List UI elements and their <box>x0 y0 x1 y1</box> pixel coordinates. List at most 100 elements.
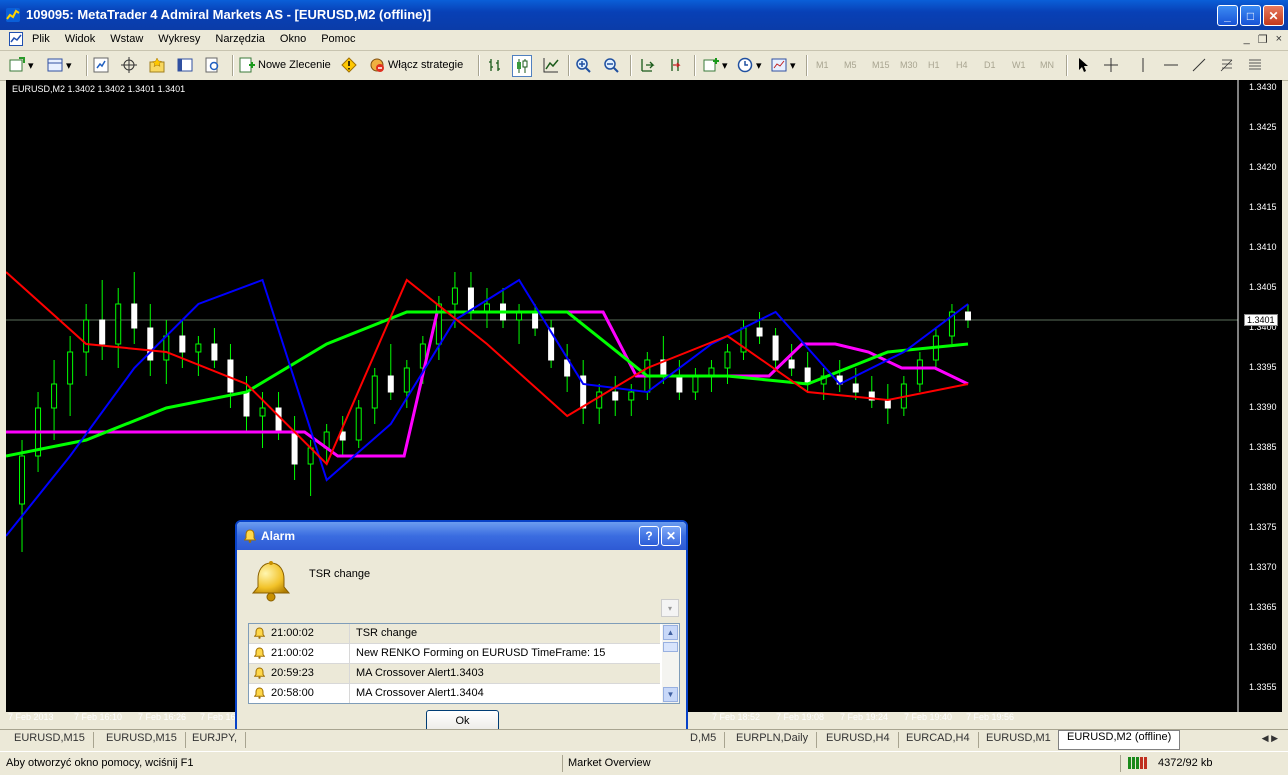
menu-wstaw[interactable]: Wstaw <box>110 33 143 45</box>
candle-body <box>195 343 202 353</box>
profiles-button[interactable]: ▾ <box>46 55 72 75</box>
chart-tab[interactable]: D,M5 <box>682 732 726 748</box>
terminal-button[interactable] <box>176 55 194 75</box>
alarm-list[interactable]: 21:00:02 TSR change 21:00:02 New RENKO Form… <box>248 623 680 704</box>
crosshair-move-icon <box>120 56 138 74</box>
alarm-row[interactable]: 21:00:02 TSR change <box>249 624 660 644</box>
alarm-list-scrollbar[interactable]: ▲ ▼ <box>662 624 679 703</box>
text-label-button[interactable] <box>1246 55 1264 75</box>
timeframe-m15-button[interactable]: M15 <box>872 60 890 70</box>
chart-shift-button[interactable] <box>666 55 684 75</box>
candle-body <box>612 391 619 401</box>
status-market-overview[interactable]: Market Overview <box>568 757 651 769</box>
alarm-row[interactable]: 20:59:23 MA Crossover Alert1.3403 <box>249 664 660 684</box>
chart-tab[interactable]: EURUSD,M15 <box>98 732 186 748</box>
market-watch-button[interactable] <box>92 55 110 75</box>
minimize-button[interactable]: _ <box>1217 5 1238 26</box>
price-axis-label: 1.3385 <box>1249 442 1277 452</box>
close-button[interactable]: ✕ <box>1263 5 1284 26</box>
candle-body <box>628 391 635 401</box>
timeframe-h4-button[interactable]: H4 <box>956 60 968 70</box>
tester-button[interactable] <box>204 55 222 75</box>
metatrader-icon <box>6 8 20 22</box>
candle-body <box>964 311 971 321</box>
mdi-minimize-button[interactable]: _ <box>1244 33 1250 46</box>
data-window-button[interactable] <box>120 55 138 75</box>
chart-tab[interactable]: EURJPY, <box>184 732 247 748</box>
cursor-button[interactable] <box>1074 55 1092 75</box>
fibonacci-button[interactable] <box>1218 55 1236 75</box>
new-chart-button[interactable]: ▾ <box>8 55 34 75</box>
alarm-row[interactable]: 21:00:02 New RENKO Forming on EURUSD Time… <box>249 644 660 664</box>
help-button[interactable]: ? <box>639 526 659 546</box>
chart-window-icon[interactable] <box>9 32 23 46</box>
candle-body <box>179 335 186 353</box>
chart-tab[interactable]: EURUSD,H4 <box>818 732 899 748</box>
scroll-thumb[interactable] <box>663 642 678 652</box>
indicators-icon <box>702 56 720 74</box>
bell-icon <box>254 687 265 699</box>
tab-scroll-arrows[interactable]: ◀ ▶ <box>1262 733 1278 744</box>
candle-body <box>692 375 699 393</box>
vertical-line-button[interactable] <box>1134 55 1152 75</box>
navigator-button[interactable] <box>148 55 166 75</box>
periods-button[interactable]: ▾ <box>736 55 762 75</box>
alarm-dialog-titlebar[interactable]: Alarm ? ✕ <box>237 522 686 550</box>
auto-scroll-button[interactable] <box>638 55 656 75</box>
menu-plik[interactable]: Plik <box>32 33 50 45</box>
alarm-text: TSR change <box>356 627 418 639</box>
new-order-button[interactable]: Nowe Zlecenie <box>238 55 331 75</box>
timeframe-m1-button[interactable]: M1 <box>816 60 829 70</box>
metaeditor-button[interactable] <box>340 55 358 75</box>
menu-widok[interactable]: Widok <box>65 33 96 45</box>
market-watch-icon <box>92 56 110 74</box>
candle-body <box>51 383 58 409</box>
templates-button[interactable]: ▾ <box>770 55 796 75</box>
chart-tab[interactable]: EURCAD,H4 <box>898 732 979 748</box>
scroll-down-button[interactable]: ▼ <box>663 687 678 702</box>
horizontal-line-button[interactable] <box>1162 55 1180 75</box>
bar-chart-icon <box>486 56 504 74</box>
chart-tab[interactable]: EURUSD,M15 <box>6 732 94 748</box>
timeframe-w1-button[interactable]: W1 <box>1012 60 1026 70</box>
horizontal-line-icon <box>1162 56 1180 74</box>
candlestick-chart-button[interactable] <box>512 55 532 77</box>
timeframe-m30-button[interactable]: M30 <box>900 60 918 70</box>
menu-wykresy[interactable]: Wykresy <box>158 33 200 45</box>
trendline-button[interactable] <box>1190 55 1208 75</box>
dialog-close-button[interactable]: ✕ <box>661 526 681 546</box>
bell-icon <box>244 529 256 543</box>
bar-chart-button[interactable] <box>486 55 504 75</box>
chart-tab[interactable]: EURPLN,Daily <box>728 732 818 748</box>
menu-narzędzia[interactable]: Narzędzia <box>215 33 265 45</box>
mdi-close-button[interactable]: × <box>1276 33 1282 46</box>
menu-okno[interactable]: Okno <box>280 33 306 45</box>
timeframe-mn-button[interactable]: MN <box>1040 60 1054 70</box>
candle-body <box>387 375 394 393</box>
chart-tab[interactable]: EURUSD,M2 (offline) <box>1058 730 1181 750</box>
alarm-expand-button[interactable]: ▾ <box>661 599 679 617</box>
price-axis-label: 1.3375 <box>1249 522 1277 532</box>
indicators-button[interactable]: ▾ <box>702 55 728 75</box>
timeframe-h1-button[interactable]: H1 <box>928 60 940 70</box>
mdi-restore-button[interactable]: ❐ <box>1258 33 1268 46</box>
toolbar: ▾ ▾ Nowe Zlecenie Włącz strategie ▾ ▾ ▾ … <box>0 51 1288 81</box>
zoom-out-button[interactable] <box>602 55 620 75</box>
candle-body <box>451 287 458 305</box>
candle-body <box>163 335 170 361</box>
menu-pomoc[interactable]: Pomoc <box>321 33 355 45</box>
timeframe-d1-button[interactable]: D1 <box>984 60 996 70</box>
strategies-button[interactable]: Włącz strategie <box>368 55 463 75</box>
time-axis-label: 7 Feb 16 <box>200 712 236 722</box>
timeframe-m5-button[interactable]: M5 <box>844 60 857 70</box>
scroll-up-button[interactable]: ▲ <box>663 625 678 640</box>
chart-tab[interactable]: EURUSD,M1 <box>978 732 1060 748</box>
zoom-in-button[interactable] <box>574 55 592 75</box>
maximize-button[interactable]: □ <box>1240 5 1261 26</box>
price-axis-label: 1.3415 <box>1249 202 1277 212</box>
alarm-row[interactable]: 20:58:00 MA Crossover Alert1.3404 <box>249 684 660 703</box>
line-chart-button[interactable] <box>542 55 560 75</box>
alarm-dialog-title: Alarm <box>261 529 296 543</box>
alarm-text: New RENKO Forming on EURUSD TimeFrame: 1… <box>356 647 606 659</box>
crosshair-button[interactable] <box>1102 55 1120 75</box>
